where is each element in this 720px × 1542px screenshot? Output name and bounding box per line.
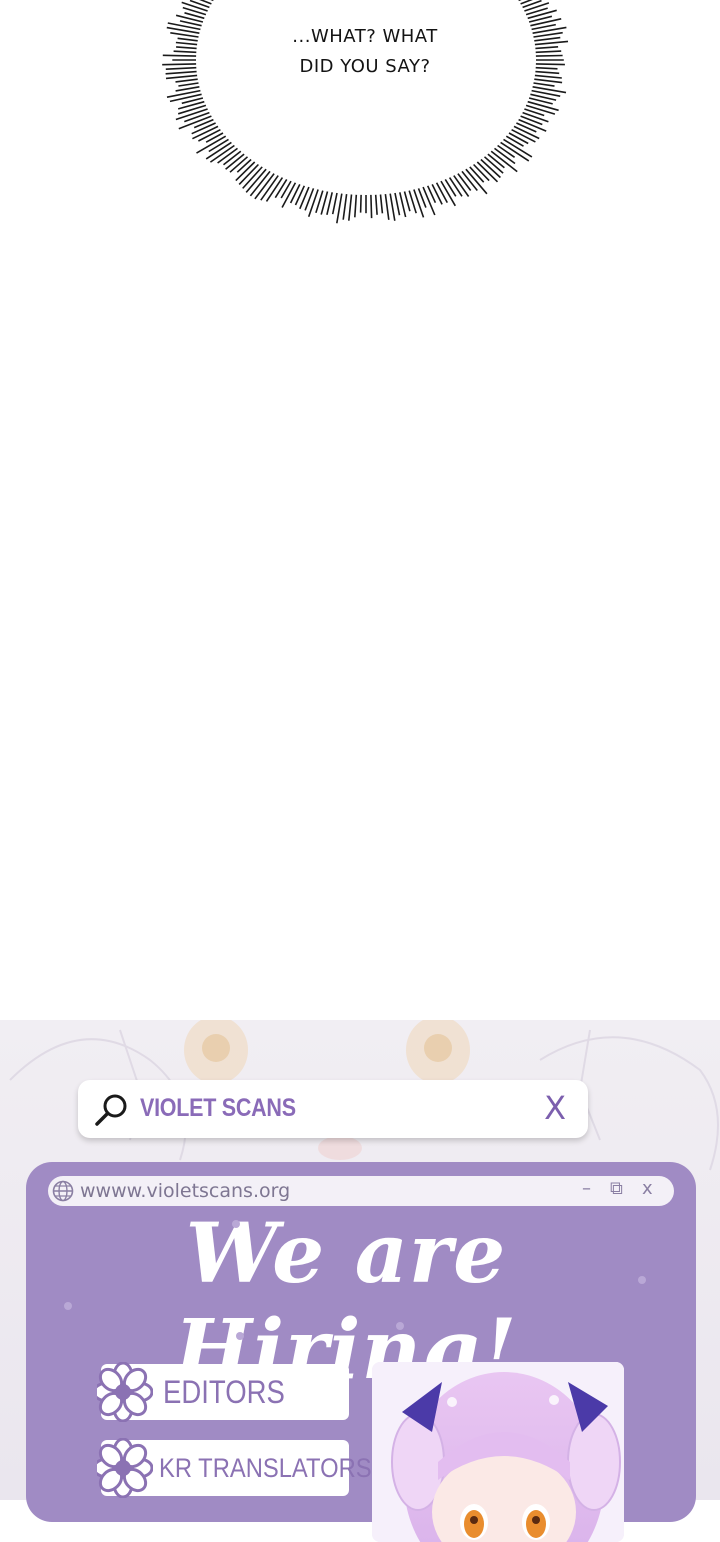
burst-line xyxy=(184,113,209,122)
search-bar[interactable]: VIOLET SCANS X xyxy=(78,1080,588,1138)
burst-line xyxy=(349,195,352,221)
globe-icon xyxy=(52,1180,74,1206)
burst-line xyxy=(178,105,206,113)
role-kr-translators[interactable]: KR TRANSLATORS xyxy=(101,1440,349,1496)
burst-line xyxy=(535,47,558,49)
burst-line xyxy=(385,194,388,220)
flower-icon xyxy=(97,1438,153,1502)
burst-line xyxy=(523,113,549,122)
role-label: EDITORS xyxy=(163,1374,285,1411)
burst-line xyxy=(381,195,383,214)
burst-line xyxy=(528,10,557,18)
burst-line xyxy=(174,51,197,52)
restore-button[interactable]: ⧉ xyxy=(610,1178,623,1199)
burst-line xyxy=(516,123,536,132)
burst-line xyxy=(337,194,342,224)
burst-line xyxy=(371,195,372,218)
burst-line xyxy=(536,56,563,57)
address-bar[interactable]: wwww.violetscans.org – ⧉ x xyxy=(48,1176,674,1206)
burst-line xyxy=(536,51,562,52)
search-query-text[interactable]: VIOLET SCANS xyxy=(140,1094,296,1123)
burst-line xyxy=(498,146,515,158)
speech-line-1: ...WHAT? WHAT xyxy=(250,22,480,52)
search-icon xyxy=(94,1092,130,1132)
sparkle-icon xyxy=(62,1300,74,1312)
burst-line xyxy=(178,83,198,86)
burst-line xyxy=(450,178,462,197)
sparkle-icon xyxy=(230,1218,242,1230)
role-label: KR TRANSLATORS xyxy=(159,1453,372,1484)
burst-line xyxy=(355,195,357,218)
burst-line xyxy=(178,38,198,41)
burst-line xyxy=(281,181,291,198)
burst-line xyxy=(327,192,332,215)
burst-line xyxy=(535,75,562,78)
burst-line xyxy=(275,179,286,197)
speech-bubble-text: ...WHAT? WHAT DID YOU SAY? xyxy=(250,22,480,82)
burst-line xyxy=(458,174,471,191)
burst-line xyxy=(535,41,568,44)
comic-panel: ...WHAT? WHAT DID YOU SAY? xyxy=(0,0,720,1020)
burst-line xyxy=(509,133,528,144)
burst-line xyxy=(534,33,563,37)
speech-line-2: DID YOU SAY? xyxy=(250,52,480,82)
burst-line xyxy=(376,195,377,215)
sparkle-icon xyxy=(636,1274,648,1286)
sparkle-icon xyxy=(394,1320,406,1332)
burst-line xyxy=(182,2,208,11)
burst-line xyxy=(206,133,223,142)
burst-line xyxy=(176,43,197,45)
burst-line xyxy=(176,87,200,91)
minimize-button[interactable]: – xyxy=(582,1178,591,1199)
burst-line xyxy=(163,55,196,56)
burst-line xyxy=(170,33,198,37)
burst-line xyxy=(445,179,456,196)
burst-line xyxy=(390,194,395,221)
burst-line xyxy=(405,192,410,212)
burst-line xyxy=(166,75,197,78)
burst-line xyxy=(534,38,560,41)
burst-line xyxy=(237,160,251,173)
role-editors[interactable]: EDITORS xyxy=(101,1364,349,1420)
burst-line xyxy=(361,195,362,213)
burst-line xyxy=(536,64,565,65)
burst-line xyxy=(162,64,196,65)
burst-line xyxy=(437,183,448,203)
burst-line xyxy=(524,3,549,11)
burst-line xyxy=(534,83,555,86)
burst-line xyxy=(414,190,424,218)
burst-line xyxy=(423,187,435,215)
burst-line xyxy=(528,102,559,111)
search-clear-button[interactable]: X xyxy=(544,1091,566,1125)
burst-line xyxy=(432,184,442,204)
burst-line xyxy=(470,167,484,182)
burst-line xyxy=(400,192,406,217)
burst-line xyxy=(535,72,559,74)
burst-line xyxy=(526,105,555,114)
window-close-button[interactable]: x xyxy=(642,1178,653,1199)
burst-line xyxy=(192,123,216,134)
mascot-illustration xyxy=(372,1362,624,1542)
burst-line xyxy=(166,72,197,74)
burst-line xyxy=(176,47,197,49)
burst-line xyxy=(343,194,346,220)
sparkle-icon xyxy=(234,1330,246,1342)
burst-line xyxy=(176,79,198,82)
burst-line xyxy=(333,193,337,214)
flower-icon xyxy=(97,1362,153,1426)
burst-line xyxy=(521,116,543,124)
burst-line xyxy=(166,68,197,70)
burst-line xyxy=(395,193,400,215)
burst-line xyxy=(534,79,562,82)
burst-line xyxy=(506,136,523,146)
address-url[interactable]: wwww.violetscans.org xyxy=(80,1180,290,1202)
hiring-browser-window: wwww.violetscans.org – ⧉ x We are Hiring… xyxy=(26,1162,696,1522)
burst-line xyxy=(536,68,558,69)
